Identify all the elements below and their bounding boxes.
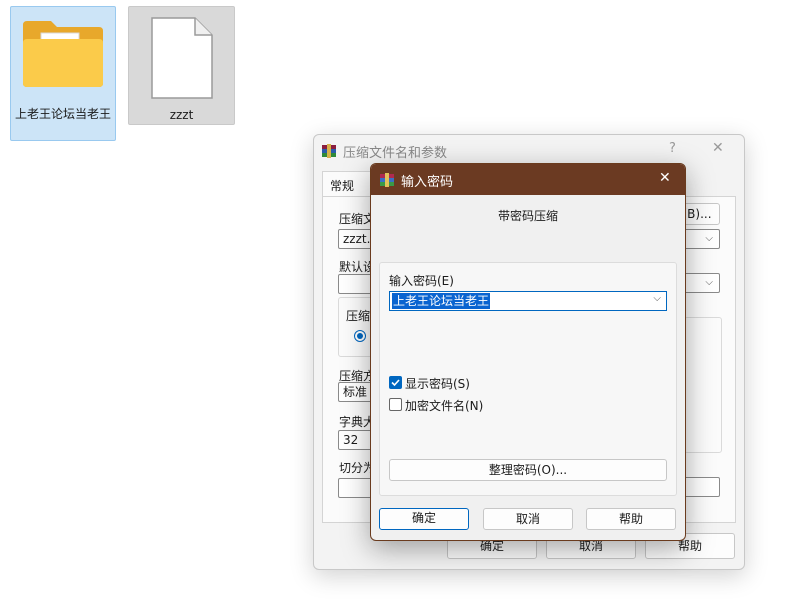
winrar-icon xyxy=(322,144,336,158)
options-group xyxy=(684,317,722,453)
help-button[interactable]: 帮助 xyxy=(586,508,676,530)
profile-dropdown[interactable]: ⌵ xyxy=(684,273,720,293)
tab-general[interactable]: 常规 xyxy=(322,171,374,198)
ok-button[interactable]: 确定 xyxy=(379,508,469,530)
enter-password-dialog: 输入密码 ✕ 带密码压缩 输入密码(E) 上老王论坛当老王 ⌵ 显示密码(S) … xyxy=(370,163,686,541)
show-password-label[interactable]: 显示密码(S) xyxy=(405,375,470,392)
organize-passwords-button[interactable]: 整理密码(O)... xyxy=(389,459,667,481)
close-icon[interactable]: ✕ xyxy=(659,170,671,186)
password-value: 上老王论坛当老王 xyxy=(392,293,491,309)
password-input[interactable]: 上老王论坛当老王 ⌵ xyxy=(389,291,667,311)
cancel-button[interactable]: 取消 xyxy=(483,508,573,530)
chevron-down-icon: ⌵ xyxy=(705,233,713,244)
winrar-icon xyxy=(380,173,394,187)
checkmark-icon xyxy=(391,379,400,387)
dialog-heading: 带密码压缩 xyxy=(497,209,558,223)
folder-label: 上老王论坛当老王 xyxy=(14,107,111,121)
format-label: 压缩 xyxy=(346,309,371,323)
show-password-checkbox[interactable] xyxy=(389,376,402,389)
encrypt-filenames-checkbox[interactable] xyxy=(389,398,402,411)
dialog-title: 输入密码 xyxy=(401,175,454,190)
enter-password-label: 输入密码(E) xyxy=(389,274,454,288)
desktop-file-item[interactable]: zzzt xyxy=(128,6,235,125)
file-label: zzzt xyxy=(169,108,194,122)
desktop-folder-item[interactable]: 上老王论坛当老王 xyxy=(10,6,116,141)
format-radio[interactable] xyxy=(354,330,366,342)
chevron-down-icon: ⌵ xyxy=(705,277,713,288)
help-icon[interactable]: ? xyxy=(669,141,676,156)
folder-icon xyxy=(23,21,103,87)
file-icon xyxy=(151,17,213,99)
archive-name-dropdown[interactable]: ⌵ xyxy=(684,229,720,249)
tab-general-label: 常规 xyxy=(330,179,355,193)
close-icon[interactable]: ✕ xyxy=(712,140,724,156)
dialog-titlebar: 输入密码 ✕ xyxy=(371,164,685,195)
chevron-down-icon[interactable]: ⌵ xyxy=(653,293,661,304)
split-dropdown[interactable] xyxy=(684,477,720,497)
encrypt-filenames-label[interactable]: 加密文件名(N) xyxy=(405,397,483,414)
window-title: 压缩文件名和参数 xyxy=(343,146,448,161)
